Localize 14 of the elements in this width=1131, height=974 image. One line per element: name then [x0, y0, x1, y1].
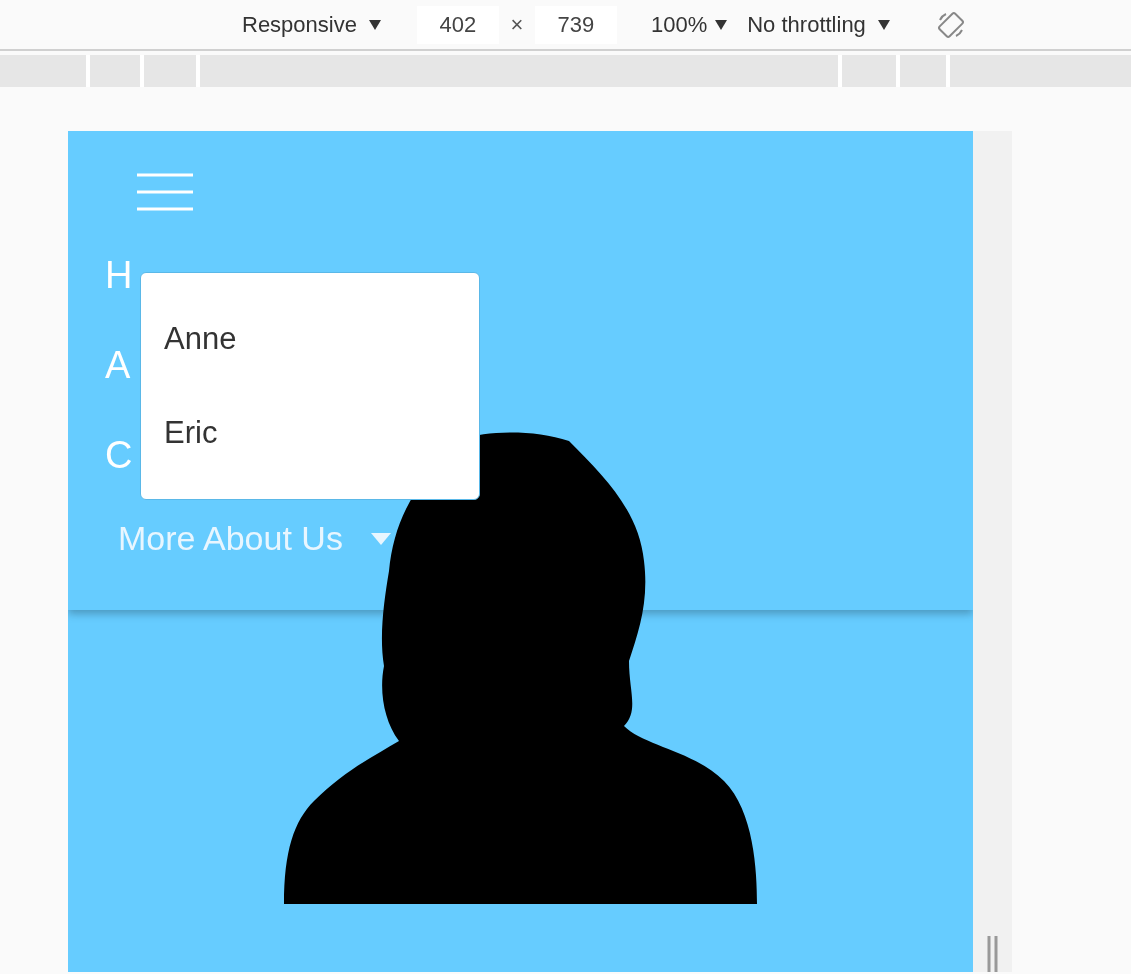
rotate-icon[interactable] [935, 9, 966, 40]
menu-icon[interactable] [137, 173, 193, 211]
width-field[interactable]: 402 [416, 5, 499, 44]
caret-icon [715, 19, 728, 30]
height-field[interactable]: 739 [534, 5, 617, 44]
dropdown-item[interactable]: Anne [164, 313, 237, 365]
throttling-select[interactable]: No throttling [747, 8, 866, 41]
zoom-select[interactable]: 100% [650, 8, 708, 41]
caret-icon [877, 19, 890, 30]
resize-handle-icon[interactable] [987, 936, 999, 972]
dimension-separator: × [509, 11, 525, 39]
device-select[interactable]: Responsive [242, 8, 357, 41]
caret-icon [368, 19, 381, 30]
dropdown-item[interactable]: Eric [164, 407, 218, 459]
